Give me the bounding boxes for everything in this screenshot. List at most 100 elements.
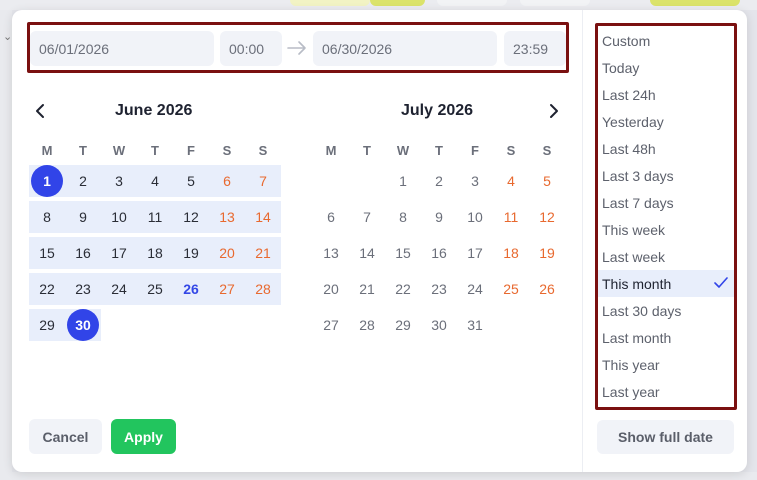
preset-item[interactable]: Last 3 days xyxy=(598,162,734,189)
calendar-day[interactable]: 17 xyxy=(101,237,137,269)
show-full-date-button[interactable]: Show full date xyxy=(597,420,734,454)
calendar-day[interactable]: 30 xyxy=(65,309,101,341)
calendar-day[interactable]: 28 xyxy=(349,309,385,341)
calendar-day[interactable]: 10 xyxy=(101,201,137,233)
calendar-day[interactable]: 19 xyxy=(529,237,565,269)
start-date-input[interactable]: 06/01/2026 xyxy=(30,31,214,66)
calendar-day[interactable]: 5 xyxy=(529,165,565,197)
end-time-input[interactable]: 23:59 xyxy=(504,31,566,66)
end-date-input[interactable]: 06/30/2026 xyxy=(313,31,497,66)
calendar-day[interactable]: 12 xyxy=(529,201,565,233)
calendar-day[interactable]: 29 xyxy=(385,309,421,341)
calendar-day[interactable]: 27 xyxy=(313,309,349,341)
calendar-day[interactable]: 2 xyxy=(65,165,101,197)
preset-item[interactable]: Last 30 days xyxy=(598,297,734,324)
calendar-day[interactable]: 6 xyxy=(209,165,245,197)
calendar-day[interactable]: 23 xyxy=(65,273,101,305)
calendar-day[interactable]: 22 xyxy=(385,273,421,305)
apply-button[interactable]: Apply xyxy=(111,419,176,454)
calendar-day[interactable]: 19 xyxy=(173,237,209,269)
calendar-day[interactable]: 7 xyxy=(349,201,385,233)
calendar-day[interactable]: 22 xyxy=(29,273,65,305)
calendar-day[interactable]: 6 xyxy=(313,201,349,233)
calendar-day[interactable]: 17 xyxy=(457,237,493,269)
calendar-day[interactable]: 16 xyxy=(421,237,457,269)
calendar-day[interactable]: 24 xyxy=(101,273,137,305)
preset-item[interactable]: Last 24h xyxy=(598,81,734,108)
calendar-day[interactable]: 24 xyxy=(457,273,493,305)
calendar-day[interactable]: 9 xyxy=(421,201,457,233)
preset-item[interactable]: Yesterday xyxy=(598,108,734,135)
weekday-label: S xyxy=(542,143,552,158)
weekday-label: T xyxy=(79,143,87,158)
preset-item[interactable]: Today xyxy=(598,54,734,81)
start-time-input[interactable]: 00:00 xyxy=(220,31,282,66)
preset-item[interactable]: This year xyxy=(598,351,734,378)
calendar-day[interactable]: 27 xyxy=(209,273,245,305)
calendar-day[interactable]: 10 xyxy=(457,201,493,233)
calendar-day[interactable]: 8 xyxy=(385,201,421,233)
calendar-day[interactable]: 25 xyxy=(493,273,529,305)
calendar-day[interactable]: 3 xyxy=(101,165,137,197)
calendar-day[interactable]: 7 xyxy=(245,165,281,197)
preset-item[interactable]: This month xyxy=(598,270,734,297)
preset-item[interactable]: Last month xyxy=(598,324,734,351)
weekday-label: F xyxy=(471,143,479,158)
divider xyxy=(582,10,583,472)
calendar-day[interactable]: 28 xyxy=(245,273,281,305)
calendar-day[interactable]: 15 xyxy=(29,237,65,269)
calendar-day[interactable]: 26 xyxy=(529,273,565,305)
calendar-day[interactable]: 31 xyxy=(457,309,493,341)
calendar-day[interactable]: 4 xyxy=(137,165,173,197)
weekday-label: T xyxy=(151,143,159,158)
cancel-button[interactable]: Cancel xyxy=(29,419,102,454)
calendar-day[interactable]: 18 xyxy=(137,237,173,269)
preset-item[interactable]: Last 48h xyxy=(598,135,734,162)
chevron-right-icon[interactable] xyxy=(544,102,562,120)
calendar-day[interactable]: 3 xyxy=(457,165,493,197)
chevron-down-icon: ⌄ xyxy=(3,31,13,43)
preset-item[interactable]: Last year xyxy=(598,378,734,405)
preset-item[interactable]: Last 7 days xyxy=(598,189,734,216)
calendar-day[interactable]: 23 xyxy=(421,273,457,305)
calendar-day[interactable]: 25 xyxy=(137,273,173,305)
calendar-day[interactable]: 4 xyxy=(493,165,529,197)
weekday-label: S xyxy=(506,143,516,158)
calendar-day[interactable]: 16 xyxy=(65,237,101,269)
calendar-day[interactable]: 15 xyxy=(385,237,421,269)
calendar-day[interactable]: 20 xyxy=(209,237,245,269)
calendar-day[interactable]: 26 xyxy=(173,273,209,305)
calendar-day[interactable]: 9 xyxy=(65,201,101,233)
month-title-july: July 2026 xyxy=(401,102,474,119)
calendar-day[interactable]: 12 xyxy=(173,201,209,233)
calendar-day[interactable]: 11 xyxy=(493,201,529,233)
calendar-day[interactable]: 21 xyxy=(349,273,385,305)
weekday-label: W xyxy=(112,143,126,158)
calendar-day[interactable]: 18 xyxy=(493,237,529,269)
preset-item[interactable]: This week xyxy=(598,216,734,243)
calendar-day[interactable]: 1 xyxy=(29,165,65,197)
calendar-day[interactable]: 5 xyxy=(173,165,209,197)
preset-item[interactable]: Custom xyxy=(598,27,734,54)
calendar-day[interactable]: 13 xyxy=(209,201,245,233)
date-range-picker: 06/01/2026 00:00 06/30/2026 23:59 June 2… xyxy=(12,10,747,472)
calendar-day[interactable]: 8 xyxy=(29,201,65,233)
preset-list: Custom Today Last 24h Yesterday Last 48h Last… xyxy=(595,23,737,410)
calendar-day[interactable]: 1 xyxy=(385,165,421,197)
weekday-label: W xyxy=(396,143,410,158)
background-pill xyxy=(290,0,370,6)
calendar-day[interactable]: 29 xyxy=(29,309,65,341)
calendar-day[interactable]: 21 xyxy=(245,237,281,269)
date-range-inputs: 06/01/2026 00:00 06/30/2026 23:59 xyxy=(27,22,569,73)
calendar-day[interactable]: 2 xyxy=(421,165,457,197)
calendar-day[interactable]: 30 xyxy=(421,309,457,341)
calendar-day[interactable]: 14 xyxy=(349,237,385,269)
calendar-day[interactable]: 11 xyxy=(137,201,173,233)
background-sidebar xyxy=(0,10,12,480)
calendar-day[interactable]: 13 xyxy=(313,237,349,269)
chevron-left-icon[interactable] xyxy=(32,102,50,120)
calendar-day[interactable]: 20 xyxy=(313,273,349,305)
preset-item[interactable]: Last week xyxy=(598,243,734,270)
calendar-day[interactable]: 14 xyxy=(245,201,281,233)
arrow-right-icon xyxy=(287,41,306,55)
